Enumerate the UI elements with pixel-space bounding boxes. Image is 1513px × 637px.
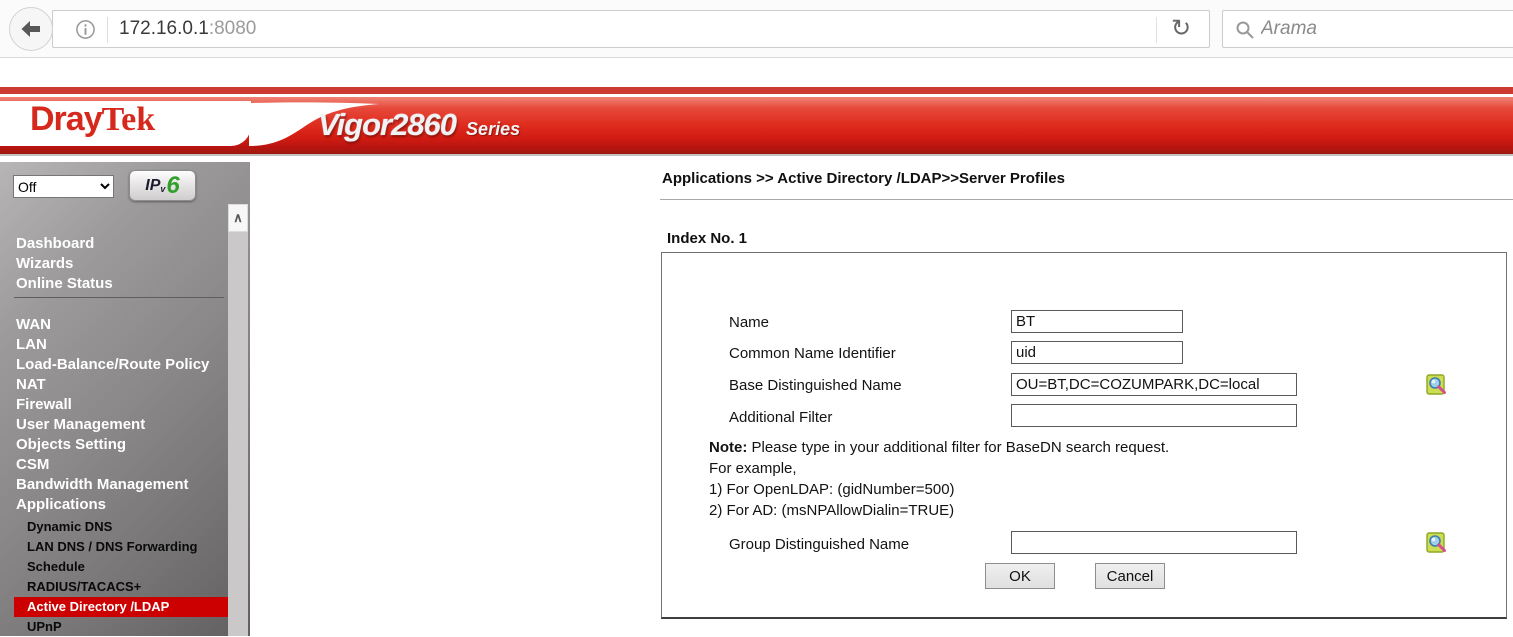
ldap-profile-form: Name Common Name Identifier Base Disting…: [661, 252, 1507, 619]
note-prefix: Note:: [709, 439, 747, 456]
sidebar-item-csm[interactable]: CSM: [16, 455, 221, 475]
reload-divider: [1156, 17, 1157, 43]
brand-banner: DrayTek Vigor2860 Series: [0, 97, 1513, 154]
info-icon[interactable]: [75, 19, 96, 40]
scrollbar-up-icon[interactable]: ∧: [228, 204, 248, 232]
index-title: Index No. 1: [667, 230, 747, 247]
model-title: Vigor2860 Series: [318, 107, 520, 143]
address-bar[interactable]: 172.16.0.1:8080 ↻: [52, 10, 1210, 48]
back-arrow-icon: [19, 17, 43, 41]
ipv6-button[interactable]: IPv6: [129, 170, 196, 201]
sidebar-item-schedule[interactable]: Schedule: [14, 557, 228, 577]
address-bar-divider: [107, 17, 108, 43]
search-input[interactable]: [1261, 14, 1501, 44]
sidebar-item-objects-setting[interactable]: Objects Setting: [16, 435, 221, 455]
common-name-identifier-label: Common Name Identifier: [729, 345, 896, 362]
sidebar-item-wan[interactable]: WAN: [16, 315, 221, 335]
logo-tek: Tek: [102, 101, 156, 138]
banner-top-stripe: [0, 87, 1513, 94]
sidebar-item-radius-tacacs[interactable]: RADIUS/TACACS+: [14, 577, 228, 597]
note-line3: 1) For OpenLDAP: (gidNumber=500): [709, 479, 1169, 500]
sidebar-item-bandwidth-management[interactable]: Bandwidth Management: [16, 475, 221, 495]
breadcrumb-rule: [660, 199, 1513, 200]
reload-icon[interactable]: ↻: [1163, 13, 1199, 45]
note-block: Note: Please type in your additional fil…: [709, 437, 1169, 521]
browser-toolbar: 172.16.0.1:8080 ↻: [0, 0, 1513, 58]
group-dn-browse-icon[interactable]: [1426, 532, 1448, 554]
name-input[interactable]: [1011, 310, 1183, 333]
note-line1: Please type in your additional filter fo…: [747, 439, 1169, 456]
back-button[interactable]: [9, 7, 53, 51]
base-distinguished-name-label: Base Distinguished Name: [729, 377, 902, 394]
sidebar-item-nat[interactable]: NAT: [16, 375, 221, 395]
url-text[interactable]: 172.16.0.1:8080: [119, 18, 256, 40]
model-name: Vigor2860: [318, 107, 456, 142]
sidebar-item-applications[interactable]: Applications: [16, 495, 221, 515]
additional-filter-label: Additional Filter: [729, 409, 832, 426]
draytek-logo[interactable]: DrayTek: [30, 100, 155, 139]
sidebar-item-load-balance[interactable]: Load-Balance/Route Policy: [16, 355, 221, 375]
group-distinguished-name-input[interactable]: [1011, 531, 1297, 554]
common-name-identifier-input[interactable]: [1011, 341, 1183, 364]
sidebar-item-user-management[interactable]: User Management: [16, 415, 221, 435]
sidebar-item-lan[interactable]: LAN: [16, 335, 221, 355]
ipv6-label-ip: IP: [145, 177, 160, 195]
base-dn-browse-icon[interactable]: [1426, 374, 1448, 396]
url-host: 172.16.0.1: [119, 18, 209, 39]
sidebar-item-dynamic-dns[interactable]: Dynamic DNS: [14, 517, 228, 537]
ipv6-label-v: v: [160, 184, 165, 194]
sidebar-item-wizards[interactable]: Wizards: [16, 254, 221, 274]
search-icon: [1235, 20, 1255, 40]
mode-select[interactable]: Off: [13, 175, 114, 198]
url-port: :8080: [209, 18, 257, 39]
main-content: Applications >> Active Directory /LDAP>>…: [250, 162, 1513, 636]
breadcrumb: Applications >> Active Directory /LDAP>>…: [662, 170, 1065, 187]
sidebar-scrollbar[interactable]: ∧: [228, 204, 248, 636]
additional-filter-input[interactable]: [1011, 404, 1297, 427]
sidebar-item-dashboard[interactable]: Dashboard: [16, 234, 221, 254]
sidebar-divider: [14, 297, 224, 298]
sidebar: Off IPv6 Dashboard Wizards Online Status…: [0, 162, 250, 636]
group-distinguished-name-label: Group Distinguished Name: [729, 536, 909, 553]
ok-button[interactable]: OK: [985, 563, 1055, 589]
sidebar-item-active-directory-ldap[interactable]: Active Directory /LDAP: [14, 597, 228, 617]
sidebar-item-upnp[interactable]: UPnP: [14, 617, 228, 637]
note-line4: 2) For AD: (msNPAllowDialin=TRUE): [709, 500, 1169, 521]
model-series: Series: [466, 119, 520, 139]
ipv6-label-6: 6: [166, 172, 179, 200]
cancel-button[interactable]: Cancel: [1095, 563, 1165, 589]
browser-search-box[interactable]: [1222, 10, 1513, 48]
sidebar-item-firewall[interactable]: Firewall: [16, 395, 221, 415]
sidebar-main-menu: WAN LAN Load-Balance/Route Policy NAT Fi…: [16, 315, 221, 515]
applications-submenu: Dynamic DNS LAN DNS / DNS Forwarding Sch…: [14, 517, 228, 637]
sidebar-top-menu: Dashboard Wizards Online Status: [16, 234, 221, 294]
logo-dray: Dray: [30, 100, 102, 138]
base-distinguished-name-input[interactable]: [1011, 373, 1297, 396]
sidebar-item-lan-dns[interactable]: LAN DNS / DNS Forwarding: [14, 537, 228, 557]
name-label: Name: [729, 314, 769, 331]
note-line2: For example,: [709, 458, 1169, 479]
sidebar-item-online-status[interactable]: Online Status: [16, 274, 221, 294]
banner-underline: [0, 154, 1513, 156]
